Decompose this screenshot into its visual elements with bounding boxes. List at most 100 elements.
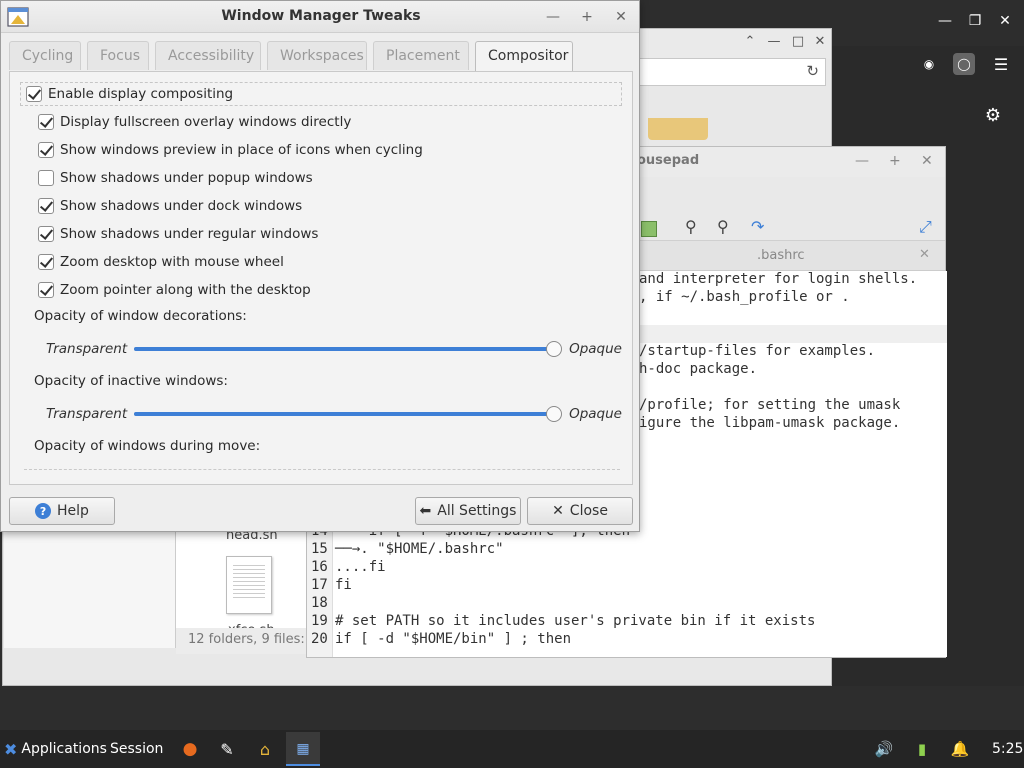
fm-maximize-icon[interactable]: □ bbox=[789, 33, 807, 51]
checkbox-label: Show shadows under popup windows bbox=[60, 170, 313, 186]
browser-minimize-icon[interactable]: — bbox=[930, 6, 960, 36]
fm-location-bar[interactable]: ↻ bbox=[636, 58, 826, 86]
zoom-desktop-checkbox[interactable]: Zoom desktop with mouse wheel bbox=[38, 251, 284, 273]
dialog-maximize-icon[interactable]: + bbox=[577, 7, 597, 27]
fm-close-icon[interactable]: ✕ bbox=[811, 33, 829, 51]
dialog-close-icon[interactable]: ✕ bbox=[611, 7, 631, 27]
shell-script-icon[interactable] bbox=[226, 556, 272, 614]
zoom-pointer-checkbox[interactable]: Zoom pointer along with the desktop bbox=[38, 279, 311, 301]
checkbox-box[interactable] bbox=[38, 198, 54, 214]
clock[interactable]: 5:25 bbox=[992, 730, 1023, 768]
line-number: 20 bbox=[311, 631, 328, 647]
tab-focus[interactable]: Focus bbox=[87, 41, 149, 70]
checkbox-label: Show windows preview in place of icons w… bbox=[60, 142, 423, 158]
menu-icon[interactable]: ☰ bbox=[990, 53, 1012, 75]
applications-label: Applications bbox=[21, 741, 107, 757]
session-label: Session bbox=[110, 741, 164, 757]
ublock-extension-icon[interactable]: ◯ bbox=[953, 53, 975, 75]
battery-icon[interactable]: ▮ bbox=[912, 739, 932, 759]
line-number: 17 bbox=[311, 577, 328, 593]
tab-accessibility[interactable]: Accessibility bbox=[155, 41, 261, 70]
help-button[interactable]: ? Help bbox=[9, 497, 115, 525]
tab-close-icon[interactable]: ✕ bbox=[919, 247, 930, 262]
firefox-icon[interactable]: ● bbox=[180, 739, 200, 759]
fm-minimize-icon[interactable]: — bbox=[765, 33, 783, 51]
home-folder-icon[interactable]: ⌂ bbox=[255, 739, 275, 759]
regular-shadows-checkbox[interactable]: Show shadows under regular windows bbox=[38, 223, 318, 245]
line-number: 16 bbox=[311, 559, 328, 575]
inactive-opacity-slider-row: Transparent Opaque bbox=[46, 403, 622, 425]
mp-minimize-icon[interactable]: — bbox=[855, 153, 869, 169]
code-line: /startup-files for examples. bbox=[639, 343, 876, 359]
slider-handle[interactable] bbox=[546, 341, 562, 357]
dock-shadows-checkbox[interactable]: Show shadows under dock windows bbox=[38, 195, 302, 217]
taskbar: ✖ Applications Session ● ✎ ⌂ ▦ 🔊 ▮ 🔔 5:2… bbox=[0, 730, 1024, 768]
line-number: 15 bbox=[311, 541, 328, 557]
checkbox-box[interactable] bbox=[38, 142, 54, 158]
applications-menu[interactable]: ✖ Applications bbox=[4, 730, 107, 768]
code-line: fi bbox=[335, 577, 352, 593]
mp-maximize-icon[interactable]: + bbox=[889, 153, 901, 169]
code-line: if [ -d "$HOME/bin" ] ; then bbox=[335, 631, 572, 647]
fullscreen-overlay-checkbox[interactable]: Display fullscreen overlay windows direc… bbox=[38, 111, 351, 133]
checkbox-label: Show shadows under regular windows bbox=[60, 226, 319, 242]
back-arrow-icon: ⬅ bbox=[419, 503, 432, 519]
slider-fill bbox=[134, 412, 554, 416]
decorations-opacity-label: Opacity of window decorations: bbox=[34, 308, 247, 324]
enable-compositing-checkbox[interactable]: Enable display compositing bbox=[26, 83, 233, 105]
popup-shadows-checkbox[interactable]: Show shadows under popup windows bbox=[38, 167, 313, 189]
mp-close-icon[interactable]: ✕ bbox=[921, 153, 933, 169]
checkbox-label: Zoom pointer along with the desktop bbox=[60, 282, 311, 298]
browser-close-icon[interactable]: ✕ bbox=[990, 6, 1020, 36]
all-settings-button[interactable]: ⬅ All Settings bbox=[415, 497, 521, 525]
dialog-minimize-icon[interactable]: — bbox=[543, 7, 563, 27]
text-editor-icon[interactable]: ✎ bbox=[217, 739, 237, 759]
session-menu[interactable]: Session bbox=[110, 730, 163, 768]
code-line: ....fi bbox=[335, 559, 386, 575]
browser-restore-icon[interactable]: ❐ bbox=[960, 6, 990, 36]
code-line: igure the libpam-umask package. bbox=[639, 415, 901, 431]
close-button[interactable]: ✕ Close bbox=[527, 497, 633, 525]
goto-line-icon[interactable]: ↷ bbox=[751, 217, 764, 236]
checkbox-box[interactable] bbox=[26, 86, 42, 102]
help-button-label: Help bbox=[57, 503, 89, 519]
tab-label: .bashrc bbox=[757, 248, 805, 263]
notification-bell-icon[interactable]: 🔔 bbox=[950, 739, 970, 759]
fm-shade-icon[interactable]: ⌃ bbox=[741, 33, 759, 51]
checkbox-box[interactable] bbox=[38, 282, 54, 298]
checkbox-label: Show shadows under dock windows bbox=[60, 198, 303, 214]
decorations-opacity-slider[interactable] bbox=[134, 341, 562, 357]
checkbox-box[interactable] bbox=[38, 114, 54, 130]
slider-min-label: Transparent bbox=[46, 341, 128, 357]
compositor-pane: Enable display compositing Display fulls… bbox=[9, 71, 633, 485]
dialog-titlebar[interactable]: Window Manager Tweaks — + ✕ bbox=[1, 1, 639, 33]
checkbox-box[interactable] bbox=[38, 254, 54, 270]
reload-icon[interactable]: ↻ bbox=[806, 62, 819, 80]
settings-gear-icon[interactable]: ⚙ bbox=[982, 104, 1004, 126]
windows-preview-checkbox[interactable]: Show windows preview in place of icons w… bbox=[38, 139, 423, 161]
slider-max-label: Opaque bbox=[569, 341, 622, 357]
code-line: /profile; for setting the umask bbox=[639, 397, 901, 413]
tab-workspaces[interactable]: Workspaces bbox=[267, 41, 367, 70]
paste-icon[interactable] bbox=[641, 221, 657, 237]
folder-icon bbox=[648, 118, 708, 140]
mousepad-title: ousepad bbox=[637, 153, 700, 168]
all-settings-label: All Settings bbox=[437, 503, 517, 519]
search-icon[interactable]: ⚲ bbox=[685, 217, 697, 236]
privacy-extension-icon[interactable]: ◉ bbox=[918, 53, 940, 75]
slider-handle[interactable] bbox=[546, 406, 562, 422]
slider-min-label: Transparent bbox=[46, 406, 128, 422]
inactive-opacity-slider[interactable] bbox=[134, 406, 562, 422]
fullscreen-icon[interactable]: ⤢ bbox=[919, 217, 932, 237]
window-manager-tweaks-dialog: Window Manager Tweaks — + ✕ Cycling Focu… bbox=[0, 0, 640, 532]
search-replace-icon[interactable]: ⚲ bbox=[717, 217, 729, 236]
tab-placement[interactable]: Placement bbox=[373, 41, 469, 70]
checkbox-box[interactable] bbox=[38, 226, 54, 242]
tab-cycling[interactable]: Cycling bbox=[9, 41, 81, 70]
checkbox-label: Enable display compositing bbox=[48, 86, 234, 102]
checkbox-box[interactable] bbox=[38, 170, 54, 186]
tab-compositor[interactable]: Compositor bbox=[475, 41, 573, 72]
window-manager-taskbar-icon[interactable]: ▦ bbox=[293, 739, 313, 759]
help-icon: ? bbox=[35, 503, 52, 519]
volume-icon[interactable]: 🔊 bbox=[874, 739, 894, 759]
